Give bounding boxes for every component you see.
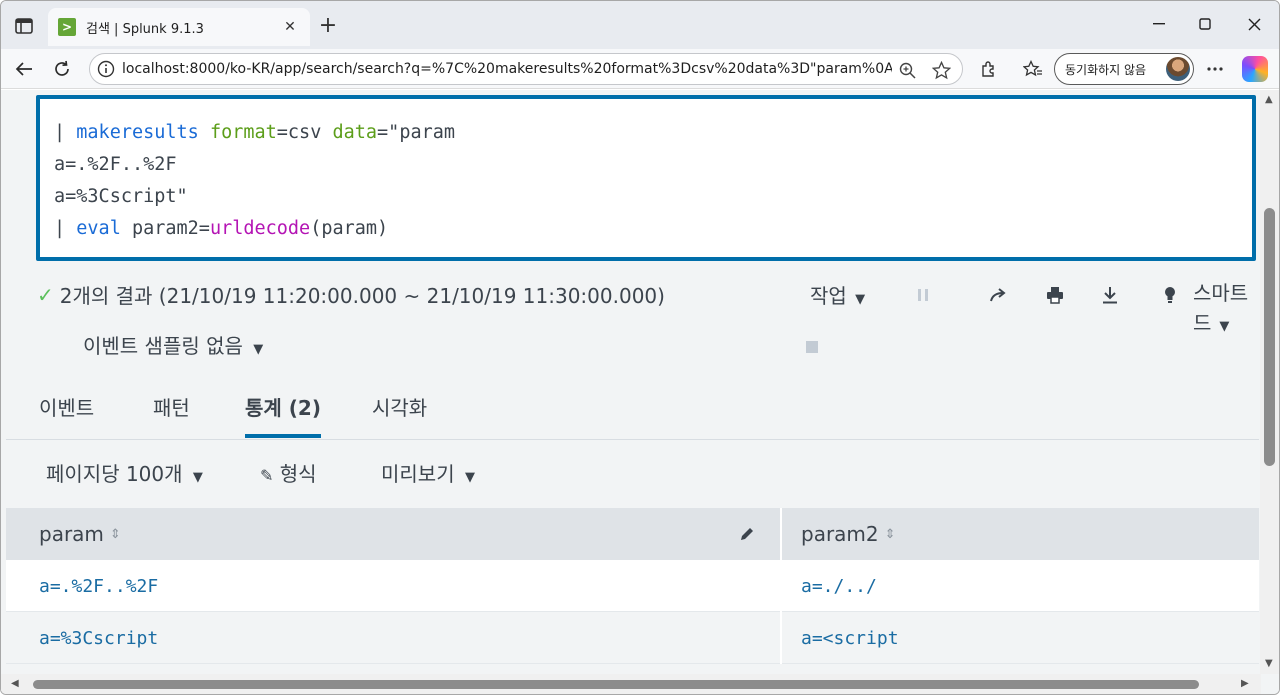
vertical-scrollbar[interactable]: ▲ ▼ [1260,90,1279,674]
sort-icon[interactable]: ⇕ [110,527,121,542]
back-icon[interactable] [10,55,38,83]
address-bar[interactable]: localhost:8000/ko-KR/app/search/search?q… [89,53,963,85]
browser-toolbar: localhost:8000/ko-KR/app/search/search?q… [1,49,1279,89]
scroll-down-icon[interactable]: ▼ [1265,658,1273,669]
column-divider [780,508,782,664]
sidebar-icon[interactable] [11,13,37,39]
column-header-param2[interactable]: param2 ⇕ [801,508,896,560]
job-menu-dropdown[interactable]: 작업 ▼ [810,280,865,309]
scroll-right-icon[interactable]: ▶ [1241,678,1249,689]
table-options-bar: 페이지당 100개 ▼ ✎ 형식 미리보기 ▼ [6,440,1259,508]
new-tab-button[interactable]: + [315,12,341,38]
caret-down-icon: ▼ [192,470,203,485]
scroll-up-icon[interactable]: ▲ [1265,94,1273,105]
export-icon[interactable] [1097,282,1123,308]
query-line-3: a=%3Cscript" [54,186,188,207]
query-argument: format [209,122,277,143]
tab-statistics[interactable]: 통계 (2) [245,392,321,438]
table-cell[interactable]: a=.%2F..%2F [39,560,158,612]
table-row: a=.%2F..%2F a=./../ [6,560,1259,612]
table-header: param ⇕ param2 ⇕ [6,508,1259,560]
tab-visualization[interactable]: 시각화 [372,392,427,438]
maximize-icon[interactable] [1182,9,1228,39]
query-line-4: | eval param2=urldecode(param) [54,218,389,239]
tab-close-icon[interactable]: ✕ [280,17,300,37]
search-mode-dropdown[interactable]: 스마트 드 ▼ [1163,278,1248,342]
table-cell[interactable]: a=./../ [801,560,877,612]
sort-icon[interactable]: ⇕ [885,527,896,542]
statistics-table: param ⇕ param2 ⇕ a=.%2F..%2F a=./../ a=%… [6,508,1259,664]
scroll-left-icon[interactable]: ◀ [11,678,19,689]
query-line-2: a=.%2F..%2F [54,154,177,175]
zoom-icon[interactable] [896,59,918,81]
pencil-icon: ✎ [260,466,274,485]
per-page-dropdown[interactable]: 페이지당 100개 ▼ [46,458,203,487]
results-tabs: 이벤트 패턴 통계 (2) 시각화 [6,378,1259,440]
check-icon: ✓ [37,282,54,307]
column-header-param[interactable]: param ⇕ [39,508,121,560]
query-line-1: | makeresults format=csv data="param [54,122,456,143]
caret-down-icon: ▼ [253,342,264,357]
query-command: eval [76,218,121,239]
profile-sync-label: 동기화하지 않음 [1065,62,1147,77]
pause-icon[interactable] [910,282,936,308]
stop-icon[interactable] [799,334,825,360]
browser-tab-active[interactable]: > 검색 | Splunk 9.1.3 ✕ [48,8,310,46]
table-cell[interactable]: a=<script [801,612,899,664]
search-query-editor[interactable]: | makeresults format=csv data="param a=.… [36,95,1256,261]
query-function: urldecode [209,218,311,239]
url-text: localhost:8000/ko-KR/app/search/search?q… [122,61,892,77]
share-icon[interactable] [986,282,1012,308]
tab-strip: > 검색 | Splunk 9.1.3 ✕ + [1,1,1279,49]
extensions-icon[interactable] [975,55,1003,83]
copilot-icon[interactable] [1242,56,1268,82]
more-icon[interactable] [1201,55,1229,83]
close-icon[interactable] [1231,9,1277,39]
result-count-status: ✓ 2개의 결과 (21/10/19 11:20:00.000 ~ 21/10/… [37,282,665,309]
format-button[interactable]: ✎ 형식 [260,458,317,487]
minimize-icon[interactable] [1136,9,1182,39]
tab-events[interactable]: 이벤트 [39,392,94,438]
avatar [1166,57,1190,81]
event-sampling-dropdown[interactable]: 이벤트 샘플링 없음 ▼ [83,330,263,359]
splunk-search-page: | makeresults format=csv data="param a=.… [1,90,1279,694]
splunk-favicon-icon: > [58,18,76,36]
print-icon[interactable] [1042,282,1068,308]
horizontal-scroll-thumb[interactable] [33,680,1199,689]
browser-window: > 검색 | Splunk 9.1.3 ✕ + localhost:8000/k… [0,0,1280,695]
search-status-bar: ✓ 2개의 결과 (21/10/19 11:20:00.000 ~ 21/10/… [1,266,1261,378]
horizontal-scrollbar[interactable]: ◀ ▶ [1,674,1261,694]
vertical-scroll-thumb[interactable] [1264,208,1275,466]
table-cell[interactable]: a=%3Cscript [39,612,158,664]
table-row: a=%3Cscript a=<script [6,612,1259,664]
preview-dropdown[interactable]: 미리보기 ▼ [381,458,475,487]
reload-icon[interactable] [48,55,76,83]
query-command: makeresults [76,122,199,143]
query-argument: data [332,122,378,143]
column-edit-pencil-icon[interactable] [739,508,755,560]
star-icon[interactable] [930,59,952,81]
tab-patterns[interactable]: 패턴 [153,392,190,438]
caret-down-icon: ▼ [855,292,866,307]
profile-button[interactable]: 동기화하지 않음 [1054,53,1194,85]
caret-down-icon: ▼ [1219,319,1230,334]
info-icon[interactable] [90,54,122,84]
caret-down-icon: ▼ [464,470,475,485]
tab-title: 검색 | Splunk 9.1.3 [86,21,204,37]
favorites-icon[interactable] [1019,55,1047,83]
